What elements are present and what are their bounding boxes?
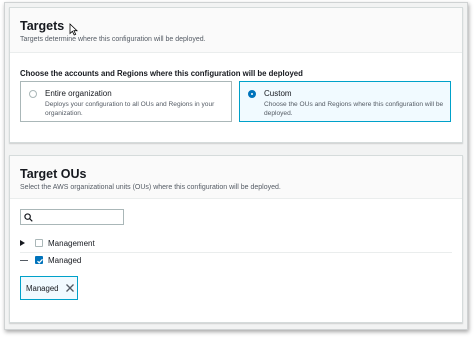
ou-tree-row-managed: Managed <box>20 253 452 269</box>
target-ous-title: Target OUs <box>20 167 87 181</box>
target-ous-header: Target OUs Select the AWS organizational… <box>10 156 462 199</box>
console-frame: Targets Targets determine where this con… <box>4 2 468 330</box>
ou-tree-row-management: Management <box>20 236 452 253</box>
entire-organization-description: Deploys your configuration to all OUs an… <box>45 101 215 117</box>
selected-ou-token-label: Managed <box>26 284 59 293</box>
close-icon[interactable] <box>65 283 75 293</box>
caret-right-icon[interactable] <box>20 240 25 246</box>
tree-connector-line <box>20 260 28 261</box>
custom-option[interactable]: Custom Choose the OUs and Regions where … <box>239 81 451 122</box>
target-ous-description: Select the AWS organizational units (OUs… <box>20 184 281 191</box>
choose-targets-label: Choose the accounts and Regions where th… <box>20 69 303 78</box>
checkmark-icon <box>37 258 43 264</box>
ou-label-management: Management <box>48 239 95 248</box>
target-ous-panel: Target OUs Select the AWS organizational… <box>9 155 463 323</box>
ou-search-input[interactable] <box>20 209 124 225</box>
ou-label-managed: Managed <box>48 256 82 265</box>
targets-title: Targets <box>20 19 65 33</box>
entire-organization-radio[interactable] <box>29 90 37 98</box>
entire-organization-option[interactable]: Entire organization Deploys your configu… <box>20 81 232 122</box>
managed-checkbox[interactable] <box>35 256 43 264</box>
custom-label: Custom <box>264 89 292 98</box>
custom-radio[interactable] <box>248 90 256 98</box>
search-icon <box>24 213 33 222</box>
custom-description: Choose the OUs and Regions where this co… <box>264 101 444 117</box>
selected-ou-token: Managed <box>20 276 78 300</box>
entire-organization-label: Entire organization <box>45 89 112 98</box>
targets-description: Targets determine where this configurati… <box>20 36 206 43</box>
management-checkbox[interactable] <box>35 239 43 247</box>
mouse-cursor-icon <box>69 23 78 36</box>
